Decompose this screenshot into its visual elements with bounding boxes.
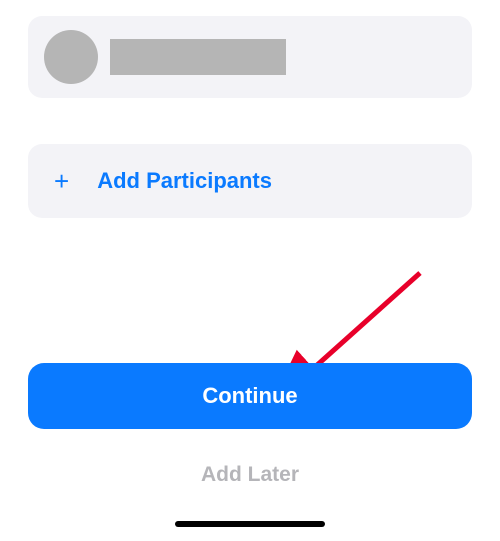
participant-avatar xyxy=(44,30,98,84)
participant-card[interactable] xyxy=(28,16,472,98)
add-participants-label: Add Participants xyxy=(97,168,272,194)
bottom-section: Continue Add Later xyxy=(0,363,500,541)
content-container: + Add Participants xyxy=(0,0,500,218)
home-indicator xyxy=(175,521,325,527)
continue-button[interactable]: Continue xyxy=(28,363,472,429)
plus-icon: + xyxy=(54,168,69,194)
participant-name-placeholder xyxy=(110,39,286,75)
add-participants-button[interactable]: + Add Participants xyxy=(28,144,472,218)
add-later-button[interactable]: Add Later xyxy=(28,455,472,495)
